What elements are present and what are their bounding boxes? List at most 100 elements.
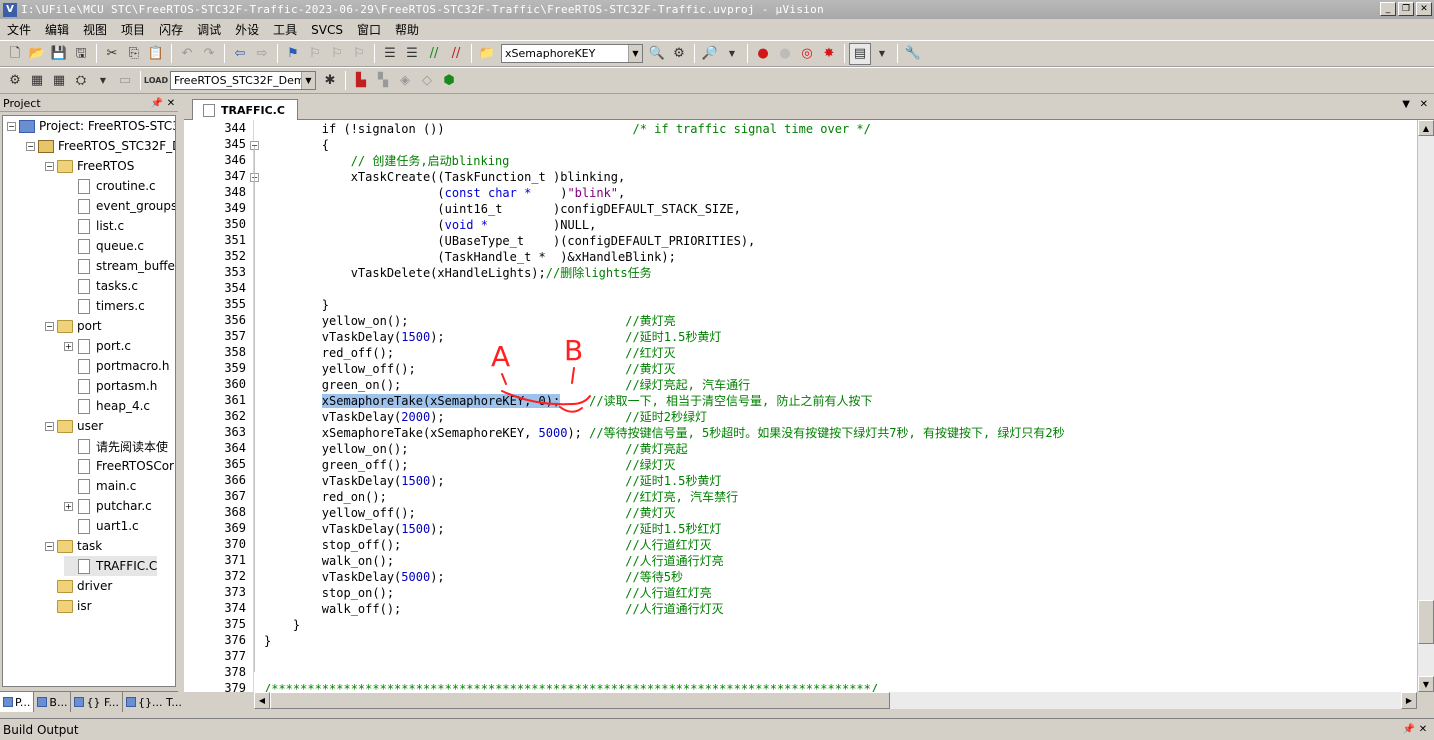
save-icon[interactable]: 💾 xyxy=(48,43,70,65)
tree-item[interactable]: − FreeRTOS_STC32F_De xyxy=(26,136,175,156)
cut-icon[interactable]: ✂ xyxy=(101,43,123,65)
tree-expander-icon[interactable]: − xyxy=(26,141,35,151)
disable-all-breakpoints-icon[interactable]: ◎ xyxy=(796,43,818,65)
restore-button[interactable]: ❐ xyxy=(1398,2,1414,16)
menu-item-8[interactable]: SVCS xyxy=(304,23,350,37)
kill-breakpoints-icon[interactable]: ✸ xyxy=(818,43,840,65)
tree-item[interactable]: tasks.c xyxy=(64,276,138,296)
tree-expander-icon[interactable]: − xyxy=(45,421,54,431)
minimize-button[interactable]: _ xyxy=(1380,2,1396,16)
scroll-down-icon[interactable]: ▼ xyxy=(1418,676,1434,692)
chevron-down-icon[interactable]: ▼ xyxy=(92,70,114,92)
tree-item[interactable]: FreeRTOSCor xyxy=(64,456,174,476)
tree-item[interactable]: croutine.c xyxy=(64,176,156,196)
horizontal-scrollbar[interactable]: ◀ ▶ xyxy=(254,692,1417,709)
editor-tab-traffic-c[interactable]: TRAFFIC.C xyxy=(192,99,298,120)
tree-item[interactable]: timers.c xyxy=(64,296,145,316)
pack-installer-icon[interactable]: ⬢ xyxy=(438,70,460,92)
tree-item[interactable]: main.c xyxy=(64,476,136,496)
vertical-scroll-thumb[interactable] xyxy=(1418,600,1434,644)
find-in-files-icon[interactable]: 📁 xyxy=(476,43,498,65)
select-packs-icon[interactable]: ◈ xyxy=(394,70,416,92)
menu-item-2[interactable]: 视图 xyxy=(76,21,114,38)
rebuild-icon[interactable]: ▦ xyxy=(48,70,70,92)
manage-project-items-icon[interactable]: ▙ xyxy=(350,70,372,92)
paste-icon[interactable]: 📋 xyxy=(145,43,167,65)
close-icon[interactable]: ✕ xyxy=(1420,99,1428,110)
chevron-down-icon[interactable]: ▼ xyxy=(721,43,743,65)
project-tab[interactable]: {} F... xyxy=(71,692,124,712)
breakpoint-icon[interactable]: ● xyxy=(752,43,774,65)
close-icon[interactable]: ✕ xyxy=(1416,724,1430,735)
title-bar[interactable]: V I:\UFile\MCU STC\FreeRTOS-STC32F-Traff… xyxy=(0,0,1434,19)
build-icon[interactable]: ▦ xyxy=(26,70,48,92)
tree-item[interactable]: driver xyxy=(45,576,112,596)
new-file-icon[interactable]: 🗋 xyxy=(4,43,26,65)
pin-icon[interactable]: 📌 xyxy=(1402,724,1416,735)
chevron-down-icon[interactable]: ▼ xyxy=(871,43,893,65)
tree-expander-icon[interactable]: − xyxy=(7,121,16,131)
project-tree[interactable]: − Project: FreeRTOS-STC32− FreeRTOS_STC32F… xyxy=(2,115,176,687)
tree-item[interactable]: − user xyxy=(45,416,103,436)
prev-bookmark-icon[interactable]: ⚐ xyxy=(304,43,326,65)
window-layout-icon[interactable]: ▤ xyxy=(849,42,871,65)
menu-item-4[interactable]: 闪存 xyxy=(152,21,190,38)
save-all-icon[interactable]: 🖫 xyxy=(70,43,92,65)
next-bookmark-icon[interactable]: ⚐ xyxy=(326,43,348,65)
menu-item-5[interactable]: 调试 xyxy=(190,21,228,38)
bookmark-icon[interactable]: ⚑ xyxy=(282,43,304,65)
tree-item[interactable]: + port.c xyxy=(64,336,131,356)
find-combo[interactable]: xSemaphoreKEY ▼ xyxy=(501,44,643,63)
comment-icon[interactable]: // xyxy=(423,43,445,65)
debug-session-icon[interactable]: 🔎 xyxy=(699,43,721,65)
uncomment-icon[interactable]: // xyxy=(445,43,467,65)
batch-build-icon[interactable]: ⛭ xyxy=(70,70,92,92)
tree-item[interactable]: − port xyxy=(45,316,102,336)
copy-icon[interactable]: ⎘ xyxy=(123,43,145,65)
menu-item-6[interactable]: 外设 xyxy=(228,21,266,38)
download-icon[interactable]: LOAD xyxy=(144,70,168,92)
configure-icon[interactable]: 🔧 xyxy=(902,43,924,65)
vertical-scrollbar[interactable]: ▲ ▼ xyxy=(1417,120,1434,692)
tree-item[interactable]: portasm.h xyxy=(64,376,157,396)
menu-item-10[interactable]: 帮助 xyxy=(388,21,426,38)
disable-breakpoint-icon[interactable]: ● xyxy=(774,43,796,65)
target-options-icon[interactable]: ✱ xyxy=(319,70,341,92)
tree-expander-icon[interactable]: − xyxy=(45,321,54,331)
unindent-icon[interactable]: ☰ xyxy=(401,43,423,65)
scroll-left-icon[interactable]: ◀ xyxy=(254,692,270,709)
target-combo[interactable]: FreeRTOS_STC32F_Demo ▼ xyxy=(170,71,316,90)
tree-item[interactable]: event_groups xyxy=(64,196,175,216)
stop-build-icon[interactable]: ▭ xyxy=(114,70,136,92)
undo-icon[interactable]: ↶ xyxy=(176,43,198,65)
project-tab[interactable]: P... xyxy=(0,692,35,712)
translate-icon[interactable]: ⚙ xyxy=(4,70,26,92)
clear-bookmarks-icon[interactable]: ⚐ xyxy=(348,43,370,65)
tree-item[interactable]: − task xyxy=(45,536,102,556)
tree-item[interactable]: list.c xyxy=(64,216,124,236)
menu-item-7[interactable]: 工具 xyxy=(266,21,304,38)
tree-expander-icon[interactable]: + xyxy=(64,341,73,351)
menu-item-3[interactable]: 项目 xyxy=(114,21,152,38)
chevron-down-icon[interactable]: ▼ xyxy=(301,72,315,89)
redo-icon[interactable]: ↷ xyxy=(198,43,220,65)
pin-icon[interactable]: 📌 xyxy=(150,98,164,109)
chevron-down-icon[interactable]: ▼ xyxy=(628,45,642,62)
tree-item[interactable]: TRAFFIC.C xyxy=(64,556,158,576)
project-tab[interactable]: {}... T... xyxy=(123,692,186,712)
menu-item-1[interactable]: 编辑 xyxy=(38,21,76,38)
tree-expander-icon[interactable]: + xyxy=(64,501,73,511)
open-file-icon[interactable]: 📂 xyxy=(26,43,48,65)
tree-item[interactable]: heap_4.c xyxy=(64,396,150,416)
menu-item-0[interactable]: 文件 xyxy=(0,21,38,38)
indent-icon[interactable]: ☰ xyxy=(379,43,401,65)
nav-forward-icon[interactable]: ⇨ xyxy=(251,43,273,65)
nav-back-icon[interactable]: ⇦ xyxy=(229,43,251,65)
close-button[interactable]: ✕ xyxy=(1416,2,1432,16)
tree-item[interactable]: uart1.c xyxy=(64,516,139,536)
horizontal-scroll-thumb[interactable] xyxy=(270,692,890,709)
manage-components-icon[interactable]: ▚ xyxy=(372,70,394,92)
scroll-right-icon[interactable]: ▶ xyxy=(1401,692,1417,709)
tree-item[interactable]: + putchar.c xyxy=(64,496,152,516)
tree-expander-icon[interactable]: − xyxy=(45,541,54,551)
